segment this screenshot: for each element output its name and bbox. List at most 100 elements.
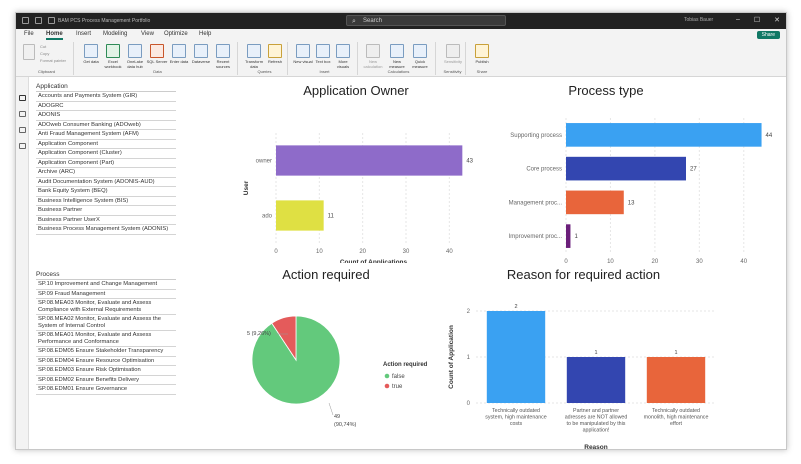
data-label: 5 (9,26%): [247, 331, 271, 337]
new-visual-icon[interactable]: [296, 44, 310, 58]
quick-measure-icon[interactable]: [413, 44, 427, 58]
slicer-item[interactable]: ADONIS: [36, 111, 176, 121]
action-chart-title: Action required: [282, 267, 370, 282]
slicer-item[interactable]: SP.08.EDM01 Ensure Governance: [36, 385, 176, 395]
user-name[interactable]: Tobias Bauer: [684, 17, 713, 23]
dax-query-view-icon[interactable]: [19, 143, 26, 149]
redo-icon[interactable]: [48, 17, 55, 24]
slicer-item[interactable]: SP.08.EDM02 Ensure Benefits Delivery: [36, 376, 176, 385]
get-data-label: Get data: [83, 59, 99, 64]
slicer-item[interactable]: SP.08.MEA02 Monitor, Evaluate and Assess…: [36, 315, 176, 331]
menu-modeling[interactable]: Modeling: [103, 31, 127, 37]
owner-bar-chart[interactable]: 0 10 20 30 40 owner 43 ado 11 Count of Applicatio…: [216, 103, 486, 263]
publish-icon[interactable]: [475, 44, 489, 58]
menu-optimize[interactable]: Optimize: [164, 31, 188, 37]
slicer-item[interactable]: ADOGRC: [36, 102, 176, 111]
legend-marker[interactable]: [384, 383, 390, 389]
slicer-process[interactable]: SP.10 Improvement and Change Management S…: [36, 279, 176, 444]
table-view-icon[interactable]: [19, 111, 26, 117]
bar[interactable]: [566, 156, 686, 181]
category-label: Supporting process: [510, 133, 562, 139]
model-view-icon[interactable]: [19, 127, 26, 133]
new-measure-icon[interactable]: [390, 44, 404, 58]
process-bar-chart[interactable]: 0 10 20 30 40 Supporting process 44 Core proces…: [476, 103, 776, 263]
slicer-item[interactable]: SP.08.EDM05 Ensure Stakeholder Transpare…: [36, 347, 176, 357]
ribbon-group-label: Queries: [257, 69, 272, 74]
ribbon-group-sensitivity: Sensitivity Sensitivity: [440, 42, 466, 75]
new-visual-label: New visual: [293, 59, 313, 64]
enter-data-icon[interactable]: [172, 44, 186, 58]
recent-sources-icon[interactable]: [216, 44, 230, 58]
column[interactable]: [486, 311, 546, 403]
slicer-item[interactable]: Application Component (Part): [36, 159, 176, 168]
bar[interactable]: [276, 145, 463, 176]
slicer-item[interactable]: Accounts and Payments System (GIR): [36, 92, 176, 102]
dataverse-icon[interactable]: [194, 44, 208, 58]
slicer-item[interactable]: Business Intelligence System (BIS): [36, 197, 176, 206]
onelake-icon[interactable]: [128, 44, 142, 58]
slicer-item[interactable]: Business Partner UserX: [36, 216, 176, 225]
category-label: Core process: [526, 167, 562, 173]
action-pie-chart[interactable]: 5 (9,26%)49(90,74%)Action requiredfalset…: [241, 285, 441, 435]
more-visuals-icon[interactable]: [336, 44, 350, 58]
slicer-item[interactable]: SP.08.MEA03 Monitor, Evaluate and Assess…: [36, 299, 176, 315]
refresh-icon[interactable]: [268, 44, 282, 58]
slicer-panel: Application Accounts and Payments System…: [36, 83, 176, 449]
transform-data-icon[interactable]: [247, 44, 261, 58]
get-data-icon[interactable]: [84, 44, 98, 58]
save-icon[interactable]: [22, 17, 29, 24]
slicer-item[interactable]: ADOweb Consumer Banking (ADOweb): [36, 121, 176, 130]
ribbon-group-insert: New visual Text box More visuals Insert: [292, 42, 358, 75]
maximize-icon[interactable]: ☐: [754, 16, 760, 24]
menu-file[interactable]: File: [24, 31, 34, 37]
close-icon[interactable]: ✕: [774, 16, 780, 24]
slicer-item[interactable]: SP.10 Improvement and Change Management: [36, 280, 176, 290]
category-label: Improvement proc...: [509, 234, 563, 240]
slicer-item[interactable]: SP.08.MEA01 Monitor, Evaluate and Assess…: [36, 331, 176, 347]
column[interactable]: [646, 357, 706, 403]
text-box-icon[interactable]: [316, 44, 330, 58]
sql-server-icon[interactable]: [150, 44, 164, 58]
slicer-item[interactable]: Audit Documentation System (ADONIS-AUD): [36, 178, 176, 187]
slicer-item[interactable]: Application Component (Cluster): [36, 149, 176, 159]
undo-icon[interactable]: [35, 17, 42, 24]
legend-marker[interactable]: [384, 373, 390, 379]
slicer-item[interactable]: Business Process Management System (ADON…: [36, 225, 176, 235]
sensitivity-icon[interactable]: [446, 44, 460, 58]
x-tick-label: 30: [696, 259, 703, 263]
menu-help[interactable]: Help: [199, 31, 211, 37]
column[interactable]: [566, 357, 626, 403]
search-placeholder: Search: [363, 18, 383, 24]
data-label: (90,74%): [334, 422, 356, 428]
slicer-item[interactable]: Archive (ARC): [36, 168, 176, 178]
slicer-item[interactable]: SP.08.EDM04 Ensure Resource Optimisation: [36, 357, 176, 366]
search-box[interactable]: ⌕ Search: [346, 15, 506, 26]
menu-insert[interactable]: Insert: [76, 31, 91, 37]
bar[interactable]: [566, 190, 624, 215]
data-label: 1: [594, 350, 597, 356]
bar[interactable]: [566, 224, 571, 248]
slicer-item[interactable]: SP.08.EDM03 Ensure Risk Optimisation: [36, 366, 176, 376]
format-painter-button[interactable]: Format painter: [40, 58, 66, 63]
bar[interactable]: [566, 123, 762, 147]
cut-button[interactable]: Cut: [40, 44, 46, 49]
copy-button[interactable]: Copy: [40, 51, 49, 56]
menu-view[interactable]: View: [141, 31, 154, 37]
slicer-application[interactable]: Accounts and Payments System (GIR) ADOGRC…: [36, 91, 176, 263]
paste-icon[interactable]: [23, 44, 35, 60]
share-button[interactable]: Share: [756, 31, 780, 39]
minimize-icon[interactable]: –: [736, 16, 740, 24]
report-view-icon[interactable]: [19, 95, 26, 101]
slicer-item[interactable]: Bank Equity System (BEQ): [36, 187, 176, 197]
bar[interactable]: [276, 200, 324, 231]
slicer-item[interactable]: SP.09 Fraud Management: [36, 290, 176, 299]
slicer-item[interactable]: Business Partner: [36, 206, 176, 216]
data-label: 2: [514, 304, 517, 310]
menu-home[interactable]: Home: [46, 31, 63, 40]
slicer-item[interactable]: Application Component: [36, 140, 176, 149]
excel-icon[interactable]: [106, 44, 120, 58]
reason-column-chart[interactable]: 0 1 2 2 Technically outdated system, high mai…: [421, 283, 721, 449]
new-calculation-icon[interactable]: [366, 44, 380, 58]
leader-line[interactable]: [328, 402, 334, 416]
slicer-item[interactable]: Anti Fraud Management System (AFM): [36, 130, 176, 140]
